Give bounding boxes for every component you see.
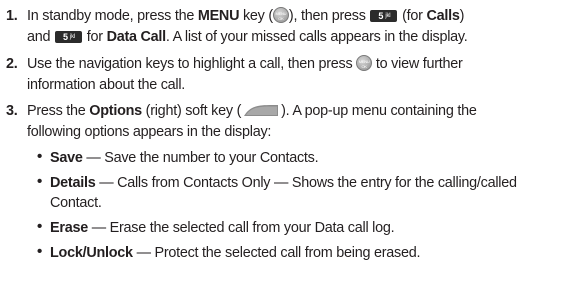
instruction-steps: 1. In standby mode, press the MENU key (… [0, 0, 585, 287]
option-desc-continued: Contact. [50, 195, 102, 211]
text: In standby mode, press the [27, 8, 198, 24]
data-call-label: Data Call [106, 29, 167, 45]
step-2-line-1: Use the navigation keys to highlight a c… [27, 54, 463, 74]
step-2-line-2: information about the call. [27, 77, 186, 93]
calls-label: Calls [426, 8, 460, 24]
step-number: 2. [6, 56, 18, 72]
bullet: • [37, 148, 43, 165]
step-1-line-1: In standby mode, press the MENU key (MEN… [27, 6, 464, 26]
step-3-line-2: following options appears in the display… [27, 124, 272, 140]
menu-ok-key-icon: MENU OK [356, 55, 373, 71]
step-1-line-2: and 5 jkl for Data Call. A list of your m… [27, 27, 468, 47]
bullet: • [37, 218, 43, 235]
step-3-line-1: Press the Options (right) soft key ( ). A… [27, 101, 477, 121]
text: (for [398, 8, 427, 24]
option-term: Save [50, 150, 83, 166]
text: ) [459, 8, 465, 24]
bullet: • [37, 243, 43, 260]
text: ). A pop-up menu containing the [281, 103, 477, 119]
text: ), then press [288, 8, 370, 24]
five-key-icon: 5 jkl [55, 31, 83, 43]
text: to view further [372, 56, 463, 72]
option-desc: — Save the number to your Contacts. [82, 150, 319, 166]
option-desc: — Erase the selected call from your Data… [87, 220, 395, 236]
right-soft-key-icon [242, 103, 280, 116]
text: (right) soft key ( [141, 103, 242, 119]
text: for [83, 29, 107, 45]
text: key ( [239, 8, 273, 24]
menu-ok-key-icon: MENU OK [272, 7, 289, 23]
option-term: Erase [50, 220, 88, 236]
text: and [27, 29, 55, 45]
option-desc: — Protect the selected call from being e… [132, 245, 421, 261]
step-number: 1. [6, 8, 18, 24]
step-number: 3. [6, 103, 18, 119]
bullet: • [37, 173, 43, 190]
five-key-icon: 5 jkl [370, 10, 398, 22]
option-term: Details [50, 175, 96, 191]
text: Use the navigation keys to highlight a c… [27, 56, 357, 72]
text: . A list of your missed calls appears in… [165, 29, 468, 45]
option-desc: — Calls from Contacts Only — Shows the e… [95, 175, 517, 191]
options-label: Options [89, 103, 142, 119]
text: Press the [27, 103, 90, 119]
menu-key-label: MENU [197, 8, 240, 24]
option-term: Lock/Unlock [50, 245, 133, 261]
